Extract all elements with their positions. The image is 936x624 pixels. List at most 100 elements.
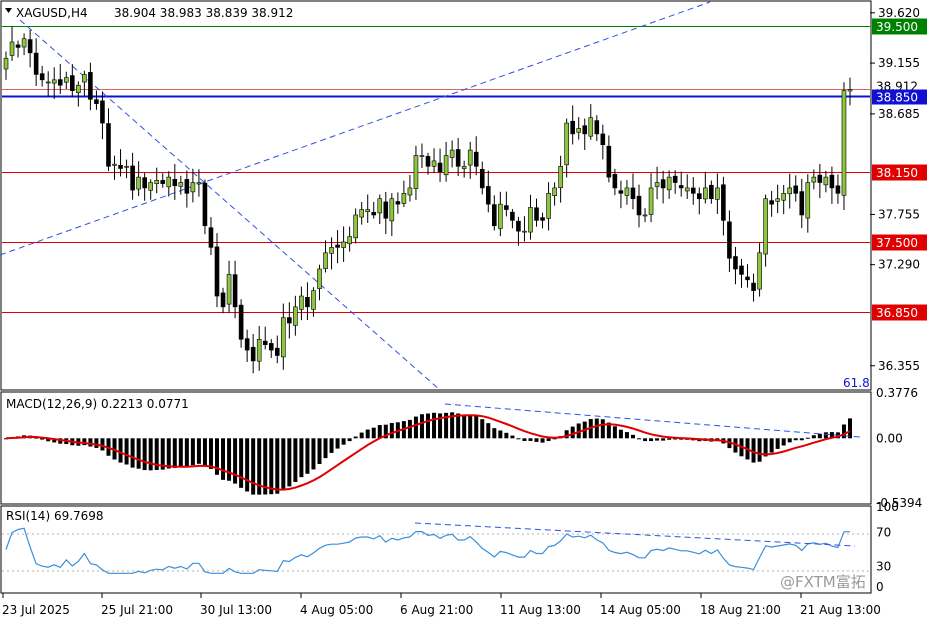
macd-tick-label: 0.00 <box>876 431 903 445</box>
candle-body <box>82 74 87 83</box>
candle-body <box>94 99 99 104</box>
candle-body <box>678 185 684 189</box>
macd-bar <box>661 438 666 441</box>
macd-bar <box>329 438 334 453</box>
candle-body <box>600 133 606 145</box>
candle-body <box>769 200 774 205</box>
time-axis: 23 Jul 2025 25 Jul 21:00 30 Jul 13:00 4 Aug… <box>2 593 881 617</box>
macd-bar <box>522 438 527 441</box>
candle-body <box>461 166 467 169</box>
candle-body <box>594 120 600 135</box>
macd-bar <box>142 438 147 471</box>
candle-body <box>371 211 377 216</box>
macd-bar <box>94 438 99 448</box>
macd-bar <box>510 435 515 439</box>
macd-bar <box>251 438 256 495</box>
candle-body <box>510 211 515 221</box>
rsi-tick-label: 100 <box>876 500 899 514</box>
macd-bar <box>341 438 346 445</box>
symbol-label: XAGUSD,H4 <box>16 6 88 20</box>
candle-body <box>232 274 238 308</box>
price-pane[interactable] <box>0 0 872 391</box>
macd-bar <box>426 413 430 439</box>
trading-chart[interactable]: 39.620 39.155 38.685 37.755 37.290 36.355 39.… <box>0 0 936 624</box>
candle-body <box>166 176 172 188</box>
macd-label: MACD(12,26,9) 0.2213 0.0771 <box>6 397 189 411</box>
candle-body <box>281 317 286 358</box>
candle-body <box>648 187 654 215</box>
macd-bar <box>462 414 467 439</box>
fib-label: 61.8 <box>843 376 870 390</box>
level-label-text: 39.500 <box>876 20 918 34</box>
macd-bar <box>757 438 762 462</box>
rsi-axis: 100 70 30 0 <box>876 500 899 594</box>
macd-bar <box>655 438 660 441</box>
macd-bar <box>540 438 545 443</box>
macd-bar <box>528 438 533 441</box>
macd-bar <box>848 418 852 439</box>
candle-body <box>136 176 141 190</box>
candle-body <box>449 149 455 158</box>
price-tick-label: 39.155 <box>878 56 920 70</box>
candle-body <box>570 120 575 135</box>
candle-body <box>835 185 841 194</box>
macd-histogram <box>4 412 852 495</box>
candle-body <box>51 79 57 84</box>
macd-bar <box>347 438 352 442</box>
macd-divergence-line[interactable] <box>444 403 861 438</box>
candle-body <box>244 338 250 351</box>
candle-body <box>184 179 190 194</box>
macd-bar <box>594 418 599 439</box>
dropdown-triangle-icon[interactable] <box>5 8 12 13</box>
candle-body <box>739 265 744 275</box>
macd-bar <box>233 438 238 484</box>
candle-body <box>829 174 835 189</box>
candle-body <box>39 73 45 81</box>
rsi-line <box>5 527 851 574</box>
macd-bar <box>419 414 424 439</box>
price-tick-label: 37.290 <box>878 258 920 272</box>
macd-bar <box>823 432 828 439</box>
macd-bar <box>805 437 810 439</box>
price-tick-label: 39.620 <box>878 6 920 20</box>
macd-bar <box>389 423 394 439</box>
macd-bar <box>456 413 461 439</box>
rsi-tick-label: 0 <box>876 580 884 594</box>
candle-body <box>522 230 527 233</box>
macd-bar <box>184 438 189 467</box>
candle-body <box>33 52 39 75</box>
macd-bar <box>299 438 304 478</box>
candle-body <box>787 187 793 195</box>
price-tick-label: 38.685 <box>878 107 920 121</box>
candle-body <box>618 190 624 194</box>
macd-bar <box>245 438 250 492</box>
macd-bar <box>172 438 177 468</box>
candle-body <box>473 151 479 167</box>
macd-bar <box>516 438 521 440</box>
macd-bar <box>377 425 382 439</box>
macd-bar <box>202 438 207 466</box>
candle-body <box>419 155 425 157</box>
rsi-pane[interactable] <box>0 505 872 594</box>
candle-body <box>745 276 750 281</box>
candle-body <box>118 165 123 169</box>
candle-body <box>437 162 443 173</box>
candle-body <box>76 84 81 94</box>
candle-body <box>715 187 720 200</box>
macd-bar <box>787 438 792 443</box>
macd-bar <box>118 438 123 463</box>
macd-bar <box>305 438 310 474</box>
candle-body <box>359 209 364 218</box>
macd-bar <box>486 423 491 439</box>
candle-body <box>323 252 328 269</box>
candle-body <box>3 57 9 70</box>
candle-body <box>552 187 557 196</box>
macd-bar <box>136 438 141 469</box>
candle-body <box>57 79 63 86</box>
time-tick-label: 18 Aug 21:00 <box>700 603 781 617</box>
macd-bar <box>190 438 195 466</box>
time-tick-label: 23 Jul 2025 <box>2 603 70 617</box>
macd-bar <box>130 438 135 468</box>
macd-bar <box>269 438 274 495</box>
macd-bar <box>196 438 201 464</box>
